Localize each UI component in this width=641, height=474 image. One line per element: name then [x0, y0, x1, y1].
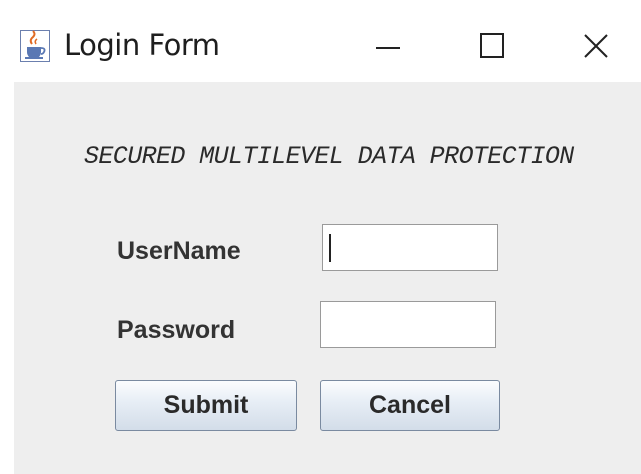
- window-title: Login Form: [64, 28, 220, 62]
- close-button[interactable]: [570, 22, 622, 70]
- maximize-button[interactable]: [466, 22, 518, 70]
- form-heading: SECURED MULTILEVEL DATA PROTECTION: [84, 142, 574, 171]
- window-titlebar[interactable]: Login Form: [0, 0, 641, 82]
- text-cursor: [329, 234, 331, 262]
- password-input[interactable]: [320, 301, 496, 348]
- password-label: Password: [117, 316, 236, 344]
- username-input[interactable]: [322, 224, 498, 271]
- submit-button[interactable]: Submit: [115, 380, 297, 431]
- login-panel: SECURED MULTILEVEL DATA PROTECTION UserN…: [14, 82, 641, 474]
- minimize-button[interactable]: [362, 22, 414, 70]
- username-label: UserName: [117, 237, 241, 265]
- minimize-icon: [376, 47, 400, 49]
- cancel-button[interactable]: Cancel: [320, 380, 500, 431]
- close-icon: [584, 34, 608, 58]
- maximize-icon: [480, 33, 504, 58]
- java-cup-icon: [20, 30, 50, 62]
